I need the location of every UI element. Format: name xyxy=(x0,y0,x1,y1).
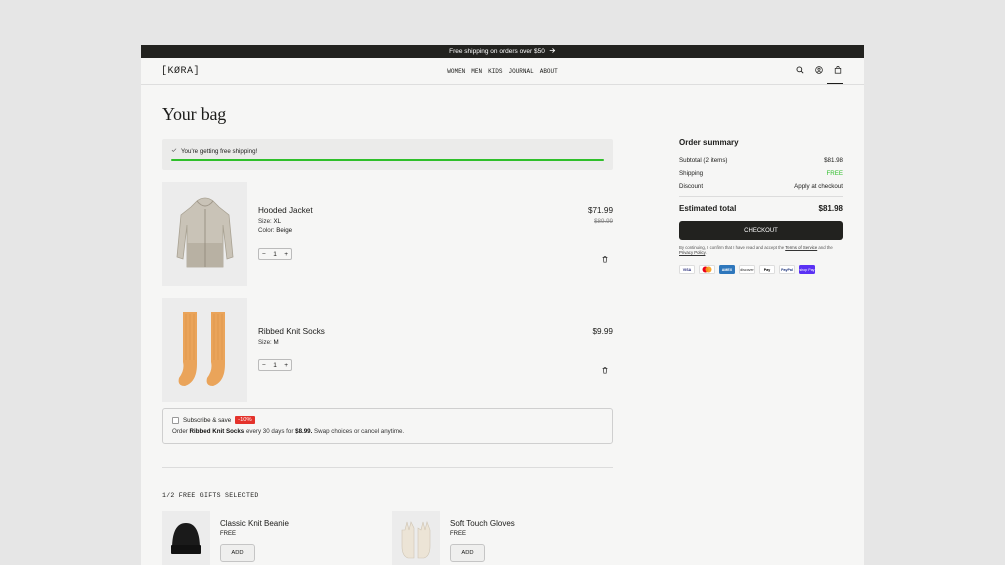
nav-about[interactable]: ABOUT xyxy=(540,68,558,75)
subscribe-description: Order Ribbed Knit Socks every 30 days fo… xyxy=(172,428,405,435)
shop-pay-icon: shop Pay xyxy=(799,265,815,274)
paypal-icon: PayPal xyxy=(779,265,795,274)
discount-row: Discount Apply at checkout xyxy=(679,183,843,190)
header-actions xyxy=(795,65,842,74)
trash-icon[interactable] xyxy=(601,361,609,374)
summary-title: Order summary xyxy=(679,138,739,147)
apple-pay-icon: Pay xyxy=(759,265,775,274)
discount-label: Discount xyxy=(679,183,704,190)
shipping-row: Shipping FREE xyxy=(679,170,843,177)
nav-men[interactable]: MEN xyxy=(471,68,482,75)
order-summary: Order summary Subtotal (2 items) $81.98 … xyxy=(679,138,843,274)
active-indicator xyxy=(827,83,843,84)
qty-minus-button[interactable]: − xyxy=(262,362,266,369)
item-size: Size: M xyxy=(258,339,279,346)
check-icon xyxy=(171,147,177,155)
shipping-label: Shipping xyxy=(679,170,704,177)
amex-icon: AMEX xyxy=(719,265,735,274)
total-label: Estimated total xyxy=(679,204,737,213)
legal-text: By continuing, I confirm that I have rea… xyxy=(679,245,833,255)
bag-icon[interactable] xyxy=(833,65,842,74)
promo-bar[interactable]: Free shipping on orders over $50 xyxy=(141,45,864,58)
gift-item-gloves: Soft Touch Gloves FREE ADD xyxy=(392,511,612,565)
product-image-gloves xyxy=(392,511,440,565)
gift-item-beanie: Classic Knit Beanie FREE ADD xyxy=(162,511,382,565)
total-value: $81.98 xyxy=(818,204,843,213)
product-image-socks[interactable] xyxy=(162,298,247,402)
checkout-button[interactable]: CHECKOUT xyxy=(679,221,843,240)
nav-journal[interactable]: JOURNAL xyxy=(509,68,534,75)
qty-plus-button[interactable]: + xyxy=(284,251,288,258)
item-price: $71.99 xyxy=(587,206,613,215)
gifts-label: 1/2 FREE GIFTS SELECTED xyxy=(162,492,259,499)
quantity-stepper[interactable]: − 1 + xyxy=(258,248,292,260)
account-icon[interactable] xyxy=(814,65,823,74)
qty-value: 1 xyxy=(273,361,277,369)
product-image-beanie xyxy=(162,511,210,565)
terms-link[interactable]: Terms of Service xyxy=(785,245,817,250)
qty-plus-button[interactable]: + xyxy=(284,362,288,369)
nav-women[interactable]: WOMEN xyxy=(447,68,465,75)
search-icon[interactable] xyxy=(795,65,804,74)
divider xyxy=(162,467,613,468)
subtotal-value: $81.98 xyxy=(824,157,843,164)
discount-badge: -10% xyxy=(235,416,255,424)
gift-name: Classic Knit Beanie xyxy=(220,519,289,528)
qty-value: 1 xyxy=(273,250,277,258)
promo-text: Free shipping on orders over $50 xyxy=(449,48,545,55)
discover-icon: discover xyxy=(739,265,755,274)
item-color: Color: Beige xyxy=(258,227,293,234)
payment-methods: VISA AMEX discover Pay PayPal shop Pay xyxy=(679,265,843,274)
page: Free shipping on orders over $50 [KØRA] … xyxy=(141,45,864,565)
main-nav: WOMEN MEN KIDS JOURNAL ABOUT xyxy=(141,68,864,75)
summary-divider xyxy=(679,196,843,197)
site-header: [KØRA] WOMEN MEN KIDS JOURNAL ABOUT xyxy=(141,58,864,85)
mastercard-icon xyxy=(699,265,715,274)
item-price: $9.99 xyxy=(592,327,614,336)
item-name[interactable]: Ribbed Knit Socks xyxy=(258,327,325,336)
item-name[interactable]: Hooded Jacket xyxy=(258,206,313,215)
subscribe-label[interactable]: Subscribe & save xyxy=(183,417,231,424)
page-title: Your bag xyxy=(162,104,227,124)
subscribe-save-box: Subscribe & save -10% Order Ribbed Knit … xyxy=(162,408,613,444)
shipping-progress xyxy=(171,159,604,161)
product-image-jacket[interactable] xyxy=(162,182,247,286)
shipping-message: You're getting free shipping! xyxy=(181,147,258,155)
free-shipping-banner: You're getting free shipping! xyxy=(162,139,613,170)
privacy-link[interactable]: Privacy Policy xyxy=(679,250,705,255)
cart-item-hooded-jacket: Hooded Jacket Size: XL Color: Beige $71.… xyxy=(162,182,613,286)
subtotal-row: Subtotal (2 items) $81.98 xyxy=(679,157,843,164)
add-gift-button[interactable]: ADD xyxy=(450,544,485,562)
gift-name: Soft Touch Gloves xyxy=(450,519,515,528)
shipping-value: FREE xyxy=(826,170,843,177)
subscribe-checkbox[interactable] xyxy=(172,416,179,424)
arrow-right-icon xyxy=(549,47,556,56)
total-row: Estimated total $81.98 xyxy=(679,204,843,213)
item-original-price: $89.99 xyxy=(594,218,613,225)
subtotal-label: Subtotal (2 items) xyxy=(679,157,728,164)
gift-price: FREE xyxy=(450,531,467,537)
nav-kids[interactable]: KIDS xyxy=(488,68,502,75)
add-gift-button[interactable]: ADD xyxy=(220,544,255,562)
trash-icon[interactable] xyxy=(601,250,609,263)
discount-value: Apply at checkout xyxy=(794,183,843,190)
visa-icon: VISA xyxy=(679,265,695,274)
quantity-stepper[interactable]: − 1 + xyxy=(258,359,292,371)
shipping-progress-fill xyxy=(171,159,604,161)
cart-item-ribbed-knit-socks: Ribbed Knit Socks Size: M $9.99 − 1 + xyxy=(162,298,613,402)
qty-minus-button[interactable]: − xyxy=(262,251,266,258)
gift-price: FREE xyxy=(220,531,237,537)
